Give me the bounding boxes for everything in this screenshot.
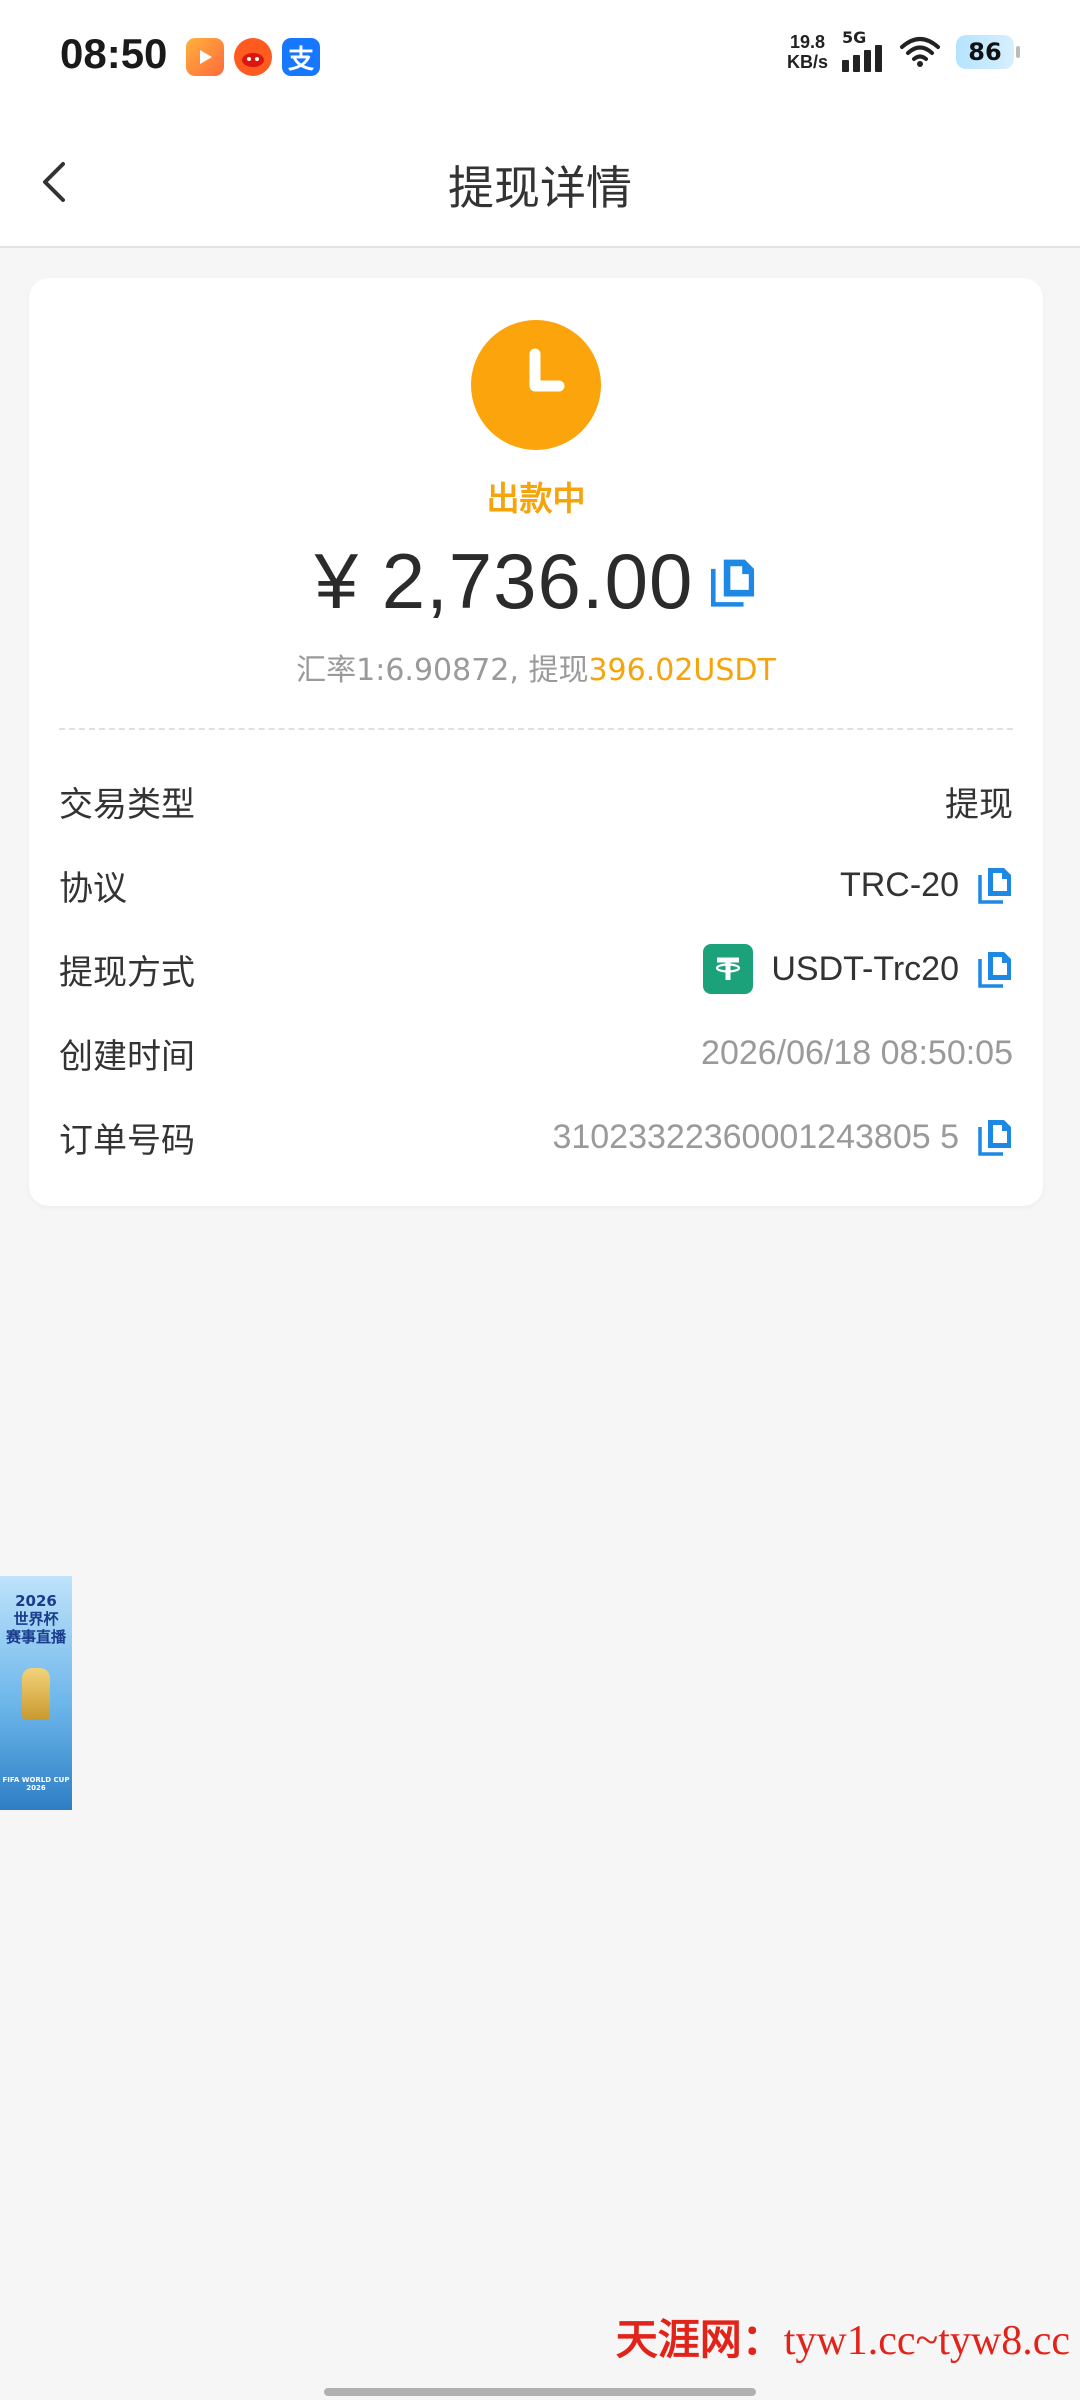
- status-indicators: 19.8 KB/s 5G 86: [787, 28, 1020, 72]
- video-app-icon: [186, 38, 224, 76]
- status-time: 08:50: [60, 30, 168, 77]
- world-cup-floating-banner[interactable]: 2026 世界杯 赛事直播 FIFA WORLD CUP 2026: [0, 1576, 72, 1810]
- detail-label: 创建时间: [59, 1036, 195, 1077]
- detail-value: TRC-20: [840, 866, 1013, 905]
- withdrawal-amount: ¥ 2,736.00: [314, 537, 694, 625]
- detail-label: 提现方式: [59, 952, 195, 993]
- banner-subtitle: 赛事直播: [5, 1628, 66, 1646]
- created-time-value: 2026/06/18 08:50:05: [701, 1033, 1013, 1072]
- detail-value: USDT-Trc20: [703, 944, 1013, 994]
- detail-row-protocol: 协议 TRC-20: [59, 855, 1013, 915]
- copy-order-number-icon[interactable]: [977, 1118, 1013, 1156]
- exchange-rate-text: 汇率1:6.90872, 提现: [296, 653, 589, 688]
- detail-value: 提现: [945, 777, 1013, 826]
- detail-row-type: 交易类型 提现: [59, 771, 1013, 831]
- copy-method-icon[interactable]: [977, 950, 1013, 988]
- banner-footer: FIFA WORLD CUP 2026: [2, 1776, 70, 1792]
- detail-row-created: 创建时间 2026/06/18 08:50:05: [59, 1023, 1013, 1083]
- detail-label: 交易类型: [59, 784, 195, 825]
- network-speed: 19.8 KB/s: [787, 32, 828, 72]
- transaction-type-value: 提现: [945, 785, 1013, 824]
- taobao-app-icon: [234, 38, 272, 76]
- alipay-app-icon: 支: [282, 38, 320, 76]
- tether-icon: [703, 944, 754, 994]
- detail-value: 31023322360001243805 5: [552, 1118, 1013, 1157]
- copy-amount-icon[interactable]: [709, 557, 757, 607]
- watermark: 天涯网：tyw1.cc~tyw8.cc: [616, 2306, 1070, 2367]
- withdrawal-detail-card: 出款中 ¥ 2,736.00 汇率1:6.90872, 提现396.02USDT…: [29, 278, 1043, 1206]
- nav-bar: 提现详情: [0, 116, 1080, 248]
- watermark-brand: 天涯网：: [615, 2315, 784, 2364]
- clock-icon: [471, 320, 601, 450]
- detail-label: 协议: [59, 868, 127, 909]
- notification-app-icons: 支: [186, 38, 320, 76]
- withdrawal-method-value: USDT-Trc20: [771, 949, 959, 988]
- protocol-value: TRC-20: [839, 865, 959, 904]
- detail-row-order: 订单号码 31023322360001243805 5: [59, 1107, 1013, 1167]
- watermark-urls: tyw1.cc~tyw8.cc: [783, 2318, 1070, 2364]
- detail-value: 2026/06/18 08:50:05: [701, 1034, 1013, 1073]
- exchange-rate-line: 汇率1:6.90872, 提现396.02USDT: [29, 645, 1043, 689]
- network-speed-unit: KB/s: [786, 52, 828, 72]
- cellular-signal-icon: 5G: [842, 28, 884, 72]
- order-number-value: 31023322360001243805 5: [552, 1117, 959, 1156]
- battery-icon: 86: [956, 35, 1020, 69]
- detail-label: 订单号码: [59, 1120, 195, 1161]
- home-indicator[interactable]: [324, 2388, 756, 2396]
- amount-row: ¥ 2,736.00: [29, 536, 1043, 627]
- banner-text: 2026 世界杯 赛事直播: [2, 1592, 70, 1646]
- status-bar: 08:50 支 19.8 KB/s 5G 86: [0, 0, 1080, 116]
- page-title: 提现详情: [448, 161, 632, 215]
- network-type-label: 5G: [842, 28, 867, 47]
- detail-row-method: 提现方式 USDT-Trc20: [59, 939, 1013, 999]
- network-speed-value: 19.8: [789, 32, 826, 52]
- banner-year: 2026: [15, 1592, 57, 1610]
- banner-title: 世界杯: [13, 1610, 59, 1628]
- trophy-icon: [22, 1668, 50, 1720]
- copy-protocol-icon[interactable]: [977, 866, 1013, 904]
- usdt-amount: 396.02USDT: [588, 653, 776, 688]
- wifi-icon: [900, 37, 940, 67]
- withdrawal-status: 出款中: [486, 479, 586, 518]
- dashed-divider: [59, 728, 1013, 730]
